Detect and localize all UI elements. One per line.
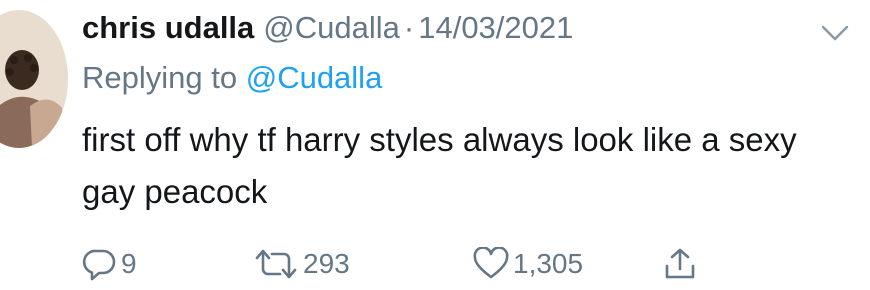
replying-to: Replying to @Cudalla xyxy=(82,58,850,98)
retweet-count: 293 xyxy=(303,248,350,279)
like-button[interactable]: 1,305 xyxy=(472,247,662,281)
tweet-actions: 9 293 1,305 xyxy=(82,246,698,282)
retweet-icon xyxy=(252,247,300,281)
replying-to-handle[interactable]: @Cudalla xyxy=(246,60,383,95)
tweet-text: first off why tf harry styles always loo… xyxy=(82,121,797,210)
display-name[interactable]: chris udalla xyxy=(82,8,254,48)
reply-button[interactable]: 9 xyxy=(82,247,252,281)
reply-count: 9 xyxy=(121,248,137,279)
heart-icon xyxy=(472,247,510,281)
tweet-date[interactable]: 14/03/2021 xyxy=(418,8,573,48)
avatar[interactable] xyxy=(0,10,68,148)
share-icon xyxy=(662,247,698,281)
retweet-button[interactable]: 293 xyxy=(252,247,472,281)
reply-icon xyxy=(82,247,118,281)
replying-to-label: Replying to xyxy=(82,60,238,95)
header-separator: · xyxy=(403,10,415,45)
user-handle[interactable]: @Cudalla xyxy=(263,8,400,48)
chevron-down-icon[interactable] xyxy=(820,22,850,44)
tweet-content: chris udalla @Cudalla · 14/03/2021 Reply… xyxy=(82,8,850,218)
share-button[interactable] xyxy=(662,247,698,281)
like-count: 1,305 xyxy=(513,248,584,279)
tweet-header: chris udalla @Cudalla · 14/03/2021 xyxy=(82,8,850,48)
